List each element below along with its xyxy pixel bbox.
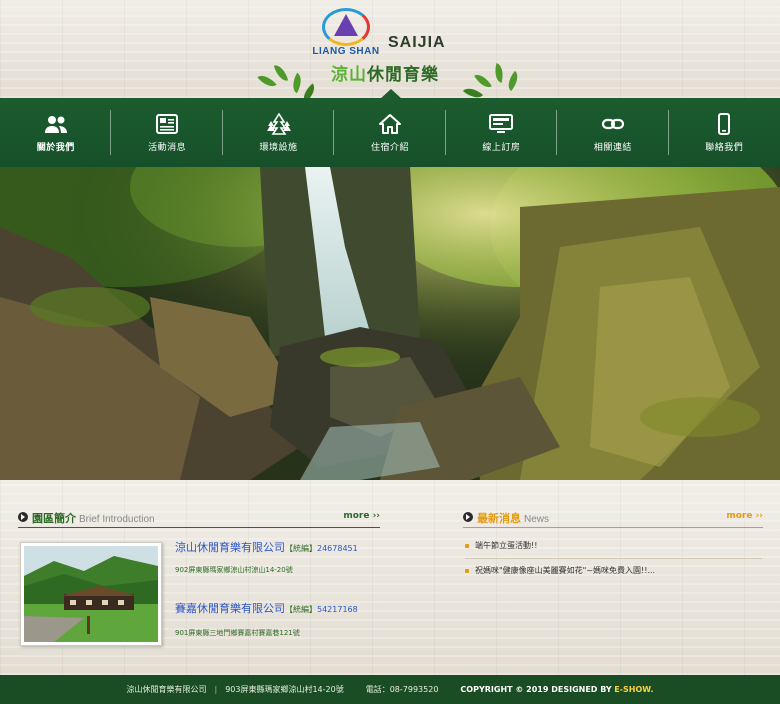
site-header: LIANG SHAN SAIJIA 涼山休閒育樂 xyxy=(0,0,780,103)
footer-address: 903屏東縣瑪家鄉涼山村14-20號 xyxy=(225,685,344,694)
waterfall-scene-image xyxy=(0,167,780,480)
main-nav: 關於我們 活動消息 環境設施 住宿介紹 線上訂房 相關連結 聯絡我們 xyxy=(0,89,780,167)
phone-icon xyxy=(718,112,731,135)
nav-label: 線上訂房 xyxy=(482,142,521,153)
nav-item-links[interactable]: 相關連結 xyxy=(557,98,669,167)
intro-more-link[interactable]: more ›› xyxy=(343,511,380,521)
company-2-tag: 【統編】 xyxy=(285,605,317,614)
news-item[interactable]: 端午節立蛋活動!! xyxy=(465,537,762,559)
intro-title: 園區簡介 Brief Introduction xyxy=(32,510,155,526)
logo-mountain-icon xyxy=(334,14,358,36)
home-icon xyxy=(378,113,401,134)
nav-item-contact[interactable]: 聯絡我們 xyxy=(669,98,780,167)
nav-item-lodging[interactable]: 住宿介紹 xyxy=(334,98,447,167)
company-1-address: 902屏東縣瑪家鄉涼山村涼山14-20號 xyxy=(175,566,293,574)
trees-icon xyxy=(266,112,291,135)
users-icon xyxy=(44,115,67,133)
company-2-link[interactable]: 賽嘉休閒育樂有限公司【統編】54217168 xyxy=(175,600,358,616)
nav-label: 活動消息 xyxy=(148,142,187,153)
site-footer: 涼山休閒育樂有限公司 | 903屏東縣瑪家鄉涼山村14-20號 電話：08-79… xyxy=(0,675,780,704)
saijia-logo[interactable]: SAIJIA xyxy=(388,34,446,52)
footer-designer-link[interactable]: E-SHOW. xyxy=(614,685,653,694)
liangshan-logo[interactable]: LIANG SHAN xyxy=(312,8,380,58)
nav-label: 住宿介紹 xyxy=(370,142,409,153)
company-1-link[interactable]: 涼山休閒育樂有限公司【統編】24678451 xyxy=(175,539,358,555)
company-1-tax-id: 24678451 xyxy=(317,544,358,553)
company-2-tax-id: 54217168 xyxy=(317,605,358,614)
news-title: 最新消息 News xyxy=(477,510,549,526)
company-2-name: 賽嘉休閒育樂有限公司 xyxy=(175,602,285,615)
site-title-part2: 休閒育樂 xyxy=(367,65,439,85)
saijia-logo-text: SAIJIA xyxy=(388,34,446,51)
resort-thumbnail-image[interactable] xyxy=(20,542,162,646)
nav-label: 關於我們 xyxy=(36,142,75,153)
footer-copyright: COPYRIGHT © 2019 DESIGNED BY xyxy=(460,685,612,694)
nav-item-news[interactable]: 活動消息 xyxy=(111,98,224,167)
news-more-link[interactable]: more ›› xyxy=(726,511,763,521)
link-icon xyxy=(601,118,624,129)
intro-subtitle: Brief Introduction xyxy=(79,514,155,525)
play-bullet-icon xyxy=(18,512,28,522)
footer-copyright-block: COPYRIGHT © 2019 DESIGNED BY E-SHOW. xyxy=(460,685,653,694)
intro-title-text: 園區簡介 xyxy=(32,512,76,525)
footer-phone: 08-7993520 xyxy=(389,685,439,694)
nav-label: 聯絡我們 xyxy=(705,142,744,153)
monitor-icon xyxy=(489,113,514,133)
footer-separator: | xyxy=(214,685,218,694)
footer-phone-block: 電話：08-7993520 xyxy=(366,684,439,695)
nav-label: 相關連結 xyxy=(593,142,632,153)
news-item[interactable]: 祝媽咪"健康像座山美麗賽如花"~媽咪免費入園!!... xyxy=(465,562,762,584)
nav-item-facilities[interactable]: 環境設施 xyxy=(223,98,335,167)
newspaper-icon xyxy=(156,113,179,134)
footer-company: 涼山休閒育樂有限公司 xyxy=(126,685,207,694)
news-subtitle: News xyxy=(524,514,550,525)
hero-banner-image xyxy=(0,167,780,480)
site-title-part1: 涼山 xyxy=(331,65,367,85)
news-title-text: 最新消息 xyxy=(477,512,521,525)
nav-label: 環境設施 xyxy=(259,142,298,153)
nav-item-booking[interactable]: 線上訂房 xyxy=(446,98,558,167)
site-title: 涼山休閒育樂 xyxy=(331,60,439,85)
resort-photo-image xyxy=(24,546,158,642)
play-bullet-icon xyxy=(463,512,473,522)
company-1-tag: 【統編】 xyxy=(285,544,317,553)
company-1-name: 涼山休閒育樂有限公司 xyxy=(175,541,285,554)
intro-section-header: 園區簡介 Brief Introduction more ›› xyxy=(18,508,380,528)
nav-item-about[interactable]: 關於我們 xyxy=(0,98,112,167)
news-section-header: 最新消息 News more ›› xyxy=(463,508,763,528)
liangshan-logo-text: LIANG SHAN xyxy=(312,46,380,57)
company-2-address: 901屏東縣三地門鄉賽嘉村賽嘉巷121號 xyxy=(175,629,300,637)
footer-phone-label: 電話： xyxy=(365,685,390,694)
